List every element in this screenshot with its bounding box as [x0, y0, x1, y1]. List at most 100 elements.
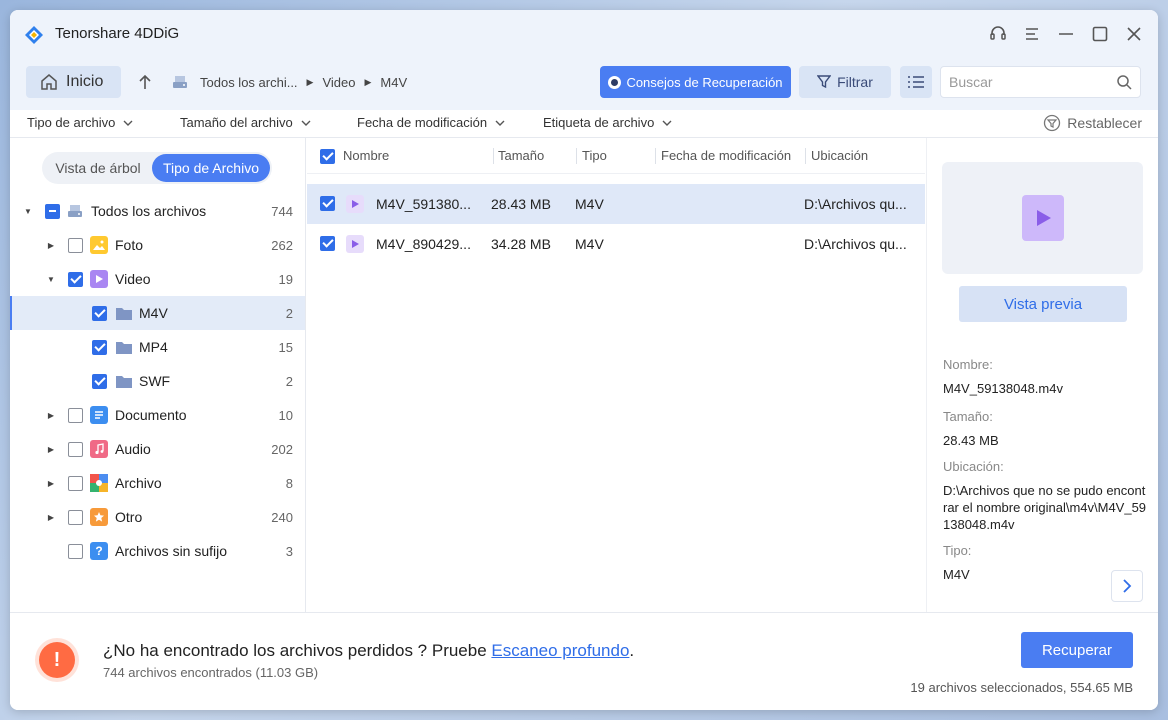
- table-row[interactable]: M4V_591380... 28.43 MB M4V D:\Archivos q…: [307, 184, 925, 224]
- preview-button[interactable]: Vista previa: [959, 286, 1127, 322]
- column-header-location[interactable]: Ubicación: [811, 148, 868, 163]
- filter-file-tag-label: Etiqueta de archivo: [543, 115, 655, 130]
- chevron-right-icon[interactable]: ▶: [46, 410, 56, 420]
- tree-checkbox[interactable]: [92, 305, 107, 321]
- tree-checkbox[interactable]: [68, 271, 83, 287]
- tree-item-m4v[interactable]: M4V 2: [10, 296, 305, 330]
- tree-item-video[interactable]: ▼ Video 19: [10, 262, 305, 296]
- recovery-tips-button[interactable]: Consejos de Recuperación: [600, 66, 791, 98]
- tree-checkbox[interactable]: [68, 237, 83, 253]
- title-bar: Tenorshare 4DDiG: [10, 10, 1158, 58]
- next-file-button[interactable]: [1111, 570, 1143, 602]
- row-name: M4V_890429...: [376, 236, 471, 252]
- tree-item-label: Video: [115, 271, 151, 287]
- tab-tree-view[interactable]: Vista de árbol: [42, 152, 154, 184]
- tree-item-all-files[interactable]: ▼ Todos los archivos 744: [10, 194, 305, 228]
- row-size: 34.28 MB: [491, 236, 551, 252]
- warning-icon: !: [39, 642, 75, 678]
- column-divider[interactable]: [655, 148, 656, 164]
- file-list: Nombre Tamaño Tipo Fecha de modificación…: [307, 138, 925, 612]
- chevron-right-icon[interactable]: ▶: [46, 512, 56, 522]
- filter-button[interactable]: Filtrar: [799, 66, 891, 98]
- tree-item-swf[interactable]: SWF 2: [10, 364, 305, 398]
- filter-file-type-dropdown[interactable]: Tipo de archivo: [27, 115, 133, 130]
- breadcrumb: Todos los archi... ▶ Video ▶ M4V: [170, 72, 407, 92]
- table-row[interactable]: M4V_890429... 34.28 MB M4V D:\Archivos q…: [307, 224, 925, 264]
- column-divider[interactable]: [805, 148, 806, 164]
- filter-modified-date-dropdown[interactable]: Fecha de modificación: [357, 115, 505, 130]
- question-icon: ?: [90, 542, 108, 560]
- chevron-down-icon[interactable]: ▼: [23, 206, 33, 216]
- tree-checkbox[interactable]: [68, 441, 83, 457]
- breadcrumb-item[interactable]: Todos los archi...: [200, 75, 298, 90]
- chevron-down-icon: [495, 120, 505, 126]
- reset-button[interactable]: Restablecer: [1043, 114, 1142, 132]
- home-button[interactable]: Inicio: [26, 66, 121, 98]
- search-icon[interactable]: [1116, 74, 1132, 90]
- list-view-button[interactable]: [900, 66, 932, 98]
- tree-item-audio[interactable]: ▶ Audio 202: [10, 432, 305, 466]
- search-box: [940, 66, 1141, 98]
- column-header-modified[interactable]: Fecha de modificación: [661, 148, 791, 163]
- folder-icon: [115, 372, 133, 390]
- detail-size-value: 28.43 MB: [943, 433, 999, 448]
- tree-item-label: Todos los archivos: [91, 203, 207, 219]
- minimize-icon[interactable]: [1054, 22, 1078, 46]
- video-file-icon: [1021, 195, 1064, 241]
- footer-message: ¿No ha encontrado los archivos perdidos …: [103, 641, 634, 661]
- search-input[interactable]: [949, 67, 1109, 97]
- tree-checkbox[interactable]: [68, 475, 83, 491]
- detail-size-label: Tamaño:: [943, 409, 993, 424]
- tree-item-label: SWF: [139, 373, 171, 389]
- select-all-checkbox[interactable]: [320, 149, 335, 164]
- selection-summary: 19 archivos seleccionados, 554.65 MB: [910, 680, 1133, 695]
- tree-item-other[interactable]: ▶ Otro 240: [10, 500, 305, 534]
- chevron-right-icon[interactable]: ▶: [46, 478, 56, 488]
- tree-item-mp4[interactable]: MP4 15: [10, 330, 305, 364]
- column-header-type[interactable]: Tipo: [582, 148, 607, 163]
- column-divider[interactable]: [493, 148, 494, 164]
- app-window: Tenorshare 4DDiG Inicio Todos los archi.…: [10, 10, 1158, 710]
- recover-button[interactable]: Recuperar: [1021, 632, 1133, 668]
- row-type: M4V: [575, 196, 604, 212]
- column-header-name[interactable]: Nombre: [343, 148, 389, 163]
- tab-file-type[interactable]: Tipo de Archivo: [152, 154, 270, 182]
- menu-icon[interactable]: [1020, 22, 1044, 46]
- column-divider[interactable]: [576, 148, 577, 164]
- tree-checkbox[interactable]: [45, 203, 60, 219]
- top-chrome: Tenorshare 4DDiG Inicio Todos los archi.…: [10, 10, 1158, 110]
- chevron-right-icon[interactable]: ▶: [46, 444, 56, 454]
- up-arrow-icon[interactable]: [135, 70, 155, 94]
- file-list-header: Nombre Tamaño Tipo Fecha de modificación…: [307, 138, 925, 174]
- filter-file-size-label: Tamaño del archivo: [180, 115, 293, 130]
- filter-bar: Tipo de archivo Tamaño del archivo Fecha…: [10, 110, 1158, 138]
- tree-checkbox[interactable]: [68, 543, 83, 559]
- deep-scan-link[interactable]: Escaneo profundo: [491, 641, 629, 660]
- support-headset-icon[interactable]: [986, 22, 1010, 46]
- close-icon[interactable]: [1122, 22, 1146, 46]
- filter-file-tag-dropdown[interactable]: Etiqueta de archivo: [543, 115, 672, 130]
- tree-item-document[interactable]: ▶ Documento 10: [10, 398, 305, 432]
- recovery-tips-label: Consejos de Recuperación: [626, 74, 783, 90]
- maximize-icon[interactable]: [1088, 22, 1112, 46]
- tree-item-no-extension[interactable]: ? Archivos sin sufijo 3: [10, 534, 305, 568]
- row-checkbox[interactable]: [320, 196, 335, 211]
- breadcrumb-item[interactable]: Video: [322, 75, 355, 90]
- chevron-down-icon[interactable]: ▼: [46, 274, 56, 284]
- column-header-size[interactable]: Tamaño: [498, 148, 544, 163]
- tree-item-archive[interactable]: ▶ Archivo 8: [10, 466, 305, 500]
- chevron-right-icon[interactable]: ▶: [46, 240, 56, 250]
- breadcrumb-item[interactable]: M4V: [380, 75, 407, 90]
- tree-item-count: 744: [271, 203, 293, 219]
- app-logo-icon: [25, 26, 43, 44]
- filter-modified-date-label: Fecha de modificación: [357, 115, 488, 130]
- breadcrumb-separator-icon: ▶: [306, 76, 314, 87]
- tree-checkbox[interactable]: [68, 407, 83, 423]
- filter-file-size-dropdown[interactable]: Tamaño del archivo: [180, 115, 311, 130]
- detail-type-label: Tipo:: [943, 543, 972, 558]
- tree-checkbox[interactable]: [92, 339, 107, 355]
- tree-checkbox[interactable]: [68, 509, 83, 525]
- row-checkbox[interactable]: [320, 236, 335, 251]
- tree-item-photo[interactable]: ▶ Foto 262: [10, 228, 305, 262]
- tree-checkbox[interactable]: [92, 373, 107, 389]
